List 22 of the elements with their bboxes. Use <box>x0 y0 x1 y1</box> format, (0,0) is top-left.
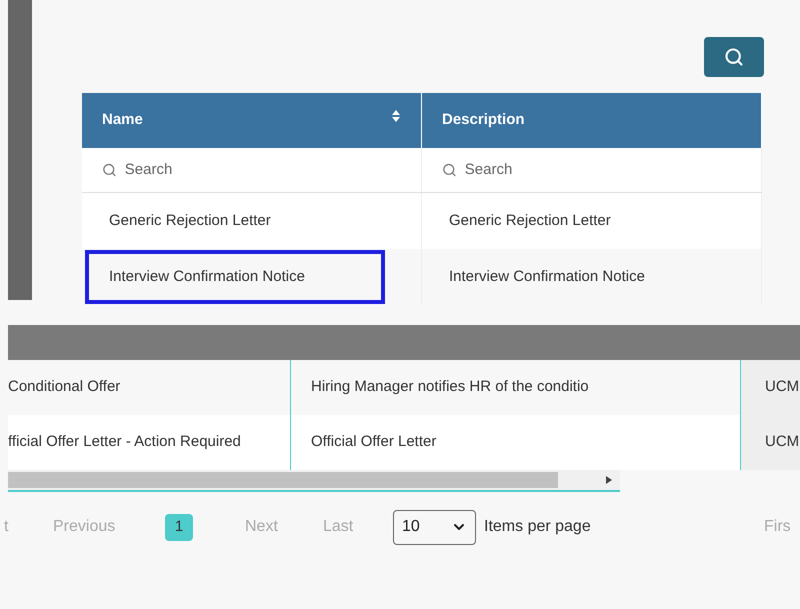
table-cell[interactable]: Interview Confirmation Notice <box>85 250 385 304</box>
search-field[interactable]: Search <box>124 158 401 182</box>
sort-icon[interactable] <box>391 109 401 123</box>
table-cell-text: Conditional Offer <box>8 377 120 398</box>
table-cell-text: Hiring Manager notifies HR of the conditio <box>311 377 589 398</box>
page-button[interactable]: 1 <box>165 514 193 540</box>
table-cell-text: UCM <box>765 432 800 452</box>
table-cell-text: UCM <box>765 377 800 398</box>
search-icon <box>724 47 744 67</box>
items-per-page-label: Items per page <box>484 517 592 537</box>
horizontal-scrollbar[interactable] <box>8 470 620 492</box>
table-cell[interactable]: Generic Rejection Letter <box>85 194 295 248</box>
table-cell[interactable]: Generic Rejection Letter <box>425 194 635 248</box>
search-field[interactable]: Search <box>464 158 741 182</box>
table-cell[interactable]: Interview Confirmation Notice <box>425 250 669 304</box>
search-icon <box>102 162 117 178</box>
scroll-right-icon <box>606 476 612 484</box>
search-button[interactable] <box>704 37 764 77</box>
page-size-select[interactable]: 10 <box>393 510 476 544</box>
search-icon <box>442 162 457 178</box>
table-cell-text: fficial Offer Letter - Action Required <box>8 432 241 452</box>
table-cell-text: Official Offer Letter <box>311 432 436 452</box>
